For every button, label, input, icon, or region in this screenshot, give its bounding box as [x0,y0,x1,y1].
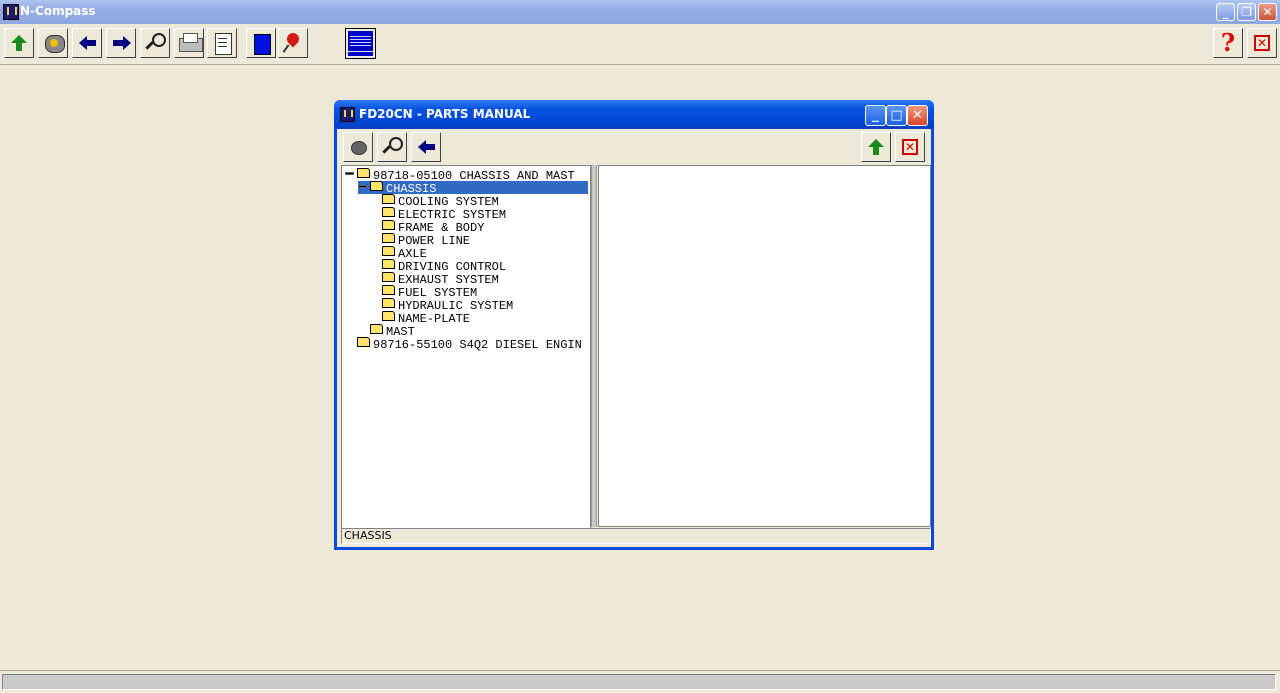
tree-item[interactable]: POWER LINE [382,233,471,248]
child-window-title: FD20CN - PARTS MANUAL [359,107,531,121]
display-button[interactable] [345,28,376,59]
parts-button[interactable] [343,132,373,162]
arrow-right-icon [123,36,131,50]
tree-item[interactable]: CHASSIS [358,181,588,196]
tree-item[interactable]: 98718-05100 CHASSIS AND MAST [345,168,576,183]
folder-icon [382,298,395,308]
tree-item[interactable]: COOLING SYSTEM [382,194,500,209]
close-box-icon: ✕ [902,139,918,155]
help-icon: ? [1220,28,1236,57]
folder-icon [382,272,395,282]
child-close-button[interactable]: ✕ [907,105,928,126]
folder-icon [382,233,395,243]
gear-icon [351,141,367,155]
tree-item[interactable]: 98716-55100 S4Q2 DIESEL ENGIN [345,337,583,352]
folder-icon [382,246,395,256]
child-exit-button[interactable]: ✕ [895,132,925,162]
magnifier-icon [152,33,166,47]
report-button[interactable] [207,28,237,58]
arrow-left-icon [418,140,426,154]
bookmark-button[interactable] [246,28,276,58]
open-button[interactable] [38,28,68,58]
main-status-bar [0,670,1280,693]
magnifier-icon [389,137,403,151]
main-title-bar[interactable]: N-Compass _ ❐ ✕ [0,0,1280,24]
folder-icon [382,311,395,321]
restore-icon: ❐ [1241,5,1252,19]
close-icon: ✕ [1262,5,1273,19]
folder-icon [382,220,395,230]
status-pane [2,674,1276,690]
collapse-icon[interactable] [358,185,367,188]
main-toolbar: ? ✕ [0,24,1280,65]
arrow-up-icon [11,35,27,43]
close-icon: ✕ [912,108,923,123]
child-toolbar: ✕ [337,129,931,165]
print-button[interactable] [174,28,204,58]
pane-splitter[interactable] [591,165,597,527]
minimize-icon: _ [872,108,879,123]
folder-icon [357,337,370,347]
child-title-bar[interactable]: FD20CN - PARTS MANUAL _ □ ✕ [334,100,934,129]
tree-item[interactable]: AXLE [382,246,428,261]
tree-item[interactable]: MAST [358,324,416,339]
child-search-button[interactable] [377,132,407,162]
tree-item[interactable]: HYDRAULIC SYSTEM [382,298,514,313]
document-icon [215,33,232,55]
maximize-icon: □ [890,108,903,123]
parts-manual-window: FD20CN - PARTS MANUAL _ □ ✕ ✕ 98718-0510… [334,100,934,550]
tree-item[interactable]: FUEL SYSTEM [382,285,478,300]
tree-item[interactable]: FRAME & BODY [382,220,485,235]
minimize-icon: _ [1222,5,1229,19]
back-button[interactable] [72,28,102,58]
collapse-icon[interactable] [345,172,354,175]
child-maximize-button[interactable]: □ [886,105,907,126]
child-minimize-button[interactable]: _ [865,105,886,126]
arrow-left-icon [79,36,87,50]
restore-button[interactable]: ❐ [1237,3,1256,21]
up-button[interactable] [4,28,34,58]
close-box-icon: ✕ [1254,35,1270,51]
close-window-button[interactable]: ✕ [1258,3,1277,21]
tree-item[interactable]: EXHAUST SYSTEM [382,272,500,287]
tree-item-label: 98716-55100 S4Q2 DIESEL ENGIN [373,338,582,352]
folder-icon [382,207,395,217]
search-button[interactable] [140,28,170,58]
folder-icon [370,324,383,334]
folder-icon [382,194,395,204]
folder-icon [382,259,395,269]
exit-button[interactable]: ✕ [1247,28,1277,58]
app-icon [3,4,19,20]
help-button[interactable]: ? [1213,28,1243,58]
tree-item[interactable]: DRIVING CONTROL [382,259,507,274]
parts-tree[interactable]: 98718-05100 CHASSIS AND MAST CHASSIS COOLI… [341,165,591,529]
blue-book-icon [254,34,271,55]
arrow-up-icon [868,139,884,147]
child-status-bar: CHASSIS [341,528,931,544]
detail-pane [598,165,931,527]
tree-item[interactable]: ELECTRIC SYSTEM [382,207,507,222]
folder-icon [357,168,370,178]
child-up-button[interactable] [861,132,891,162]
pin-button[interactable] [278,28,308,58]
minimize-button[interactable]: _ [1216,3,1235,21]
child-back-button[interactable] [411,132,441,162]
tree-item[interactable]: NAME-PLATE [382,311,471,326]
forward-button[interactable] [106,28,136,58]
app-title: N-Compass [20,4,96,18]
folder-icon [370,181,383,191]
window-icon [340,107,355,122]
folder-icon [382,285,395,295]
